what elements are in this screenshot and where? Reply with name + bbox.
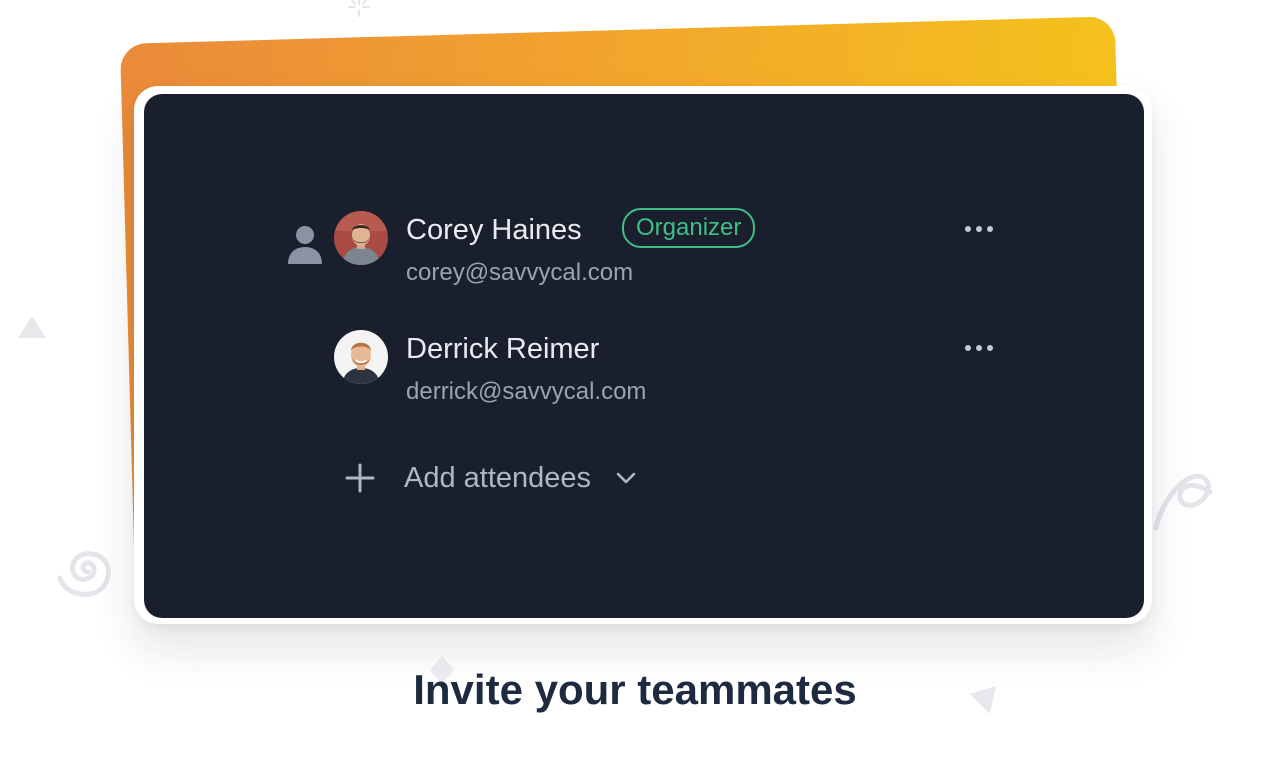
attendee-name: Derrick Reimer — [406, 333, 600, 365]
attendee-email: corey@savvycal.com — [406, 259, 634, 286]
attendee-email: derrick@savvycal.com — [406, 378, 647, 405]
plus-icon — [345, 463, 375, 493]
spiral-decoration-icon — [57, 551, 111, 597]
sparkle-decoration-icon — [348, 0, 370, 17]
avatar-derrick-photo — [334, 330, 388, 384]
add-attendees-button[interactable]: Add attendees — [344, 458, 637, 498]
feature-caption: Invite your teammates — [413, 666, 857, 713]
more-horizontal-icon[interactable] — [962, 223, 996, 235]
add-attendees-label: Add attendees — [404, 462, 592, 494]
avatar — [334, 211, 388, 265]
person-icon — [288, 226, 322, 264]
avatar-corey-photo — [334, 211, 388, 265]
attendee-name: Corey Haines — [406, 214, 582, 246]
organizer-badge: Organizer — [622, 208, 756, 248]
squiggle-decoration-icon — [1153, 473, 1213, 531]
triangle-decoration-icon — [18, 316, 46, 338]
avatar — [334, 330, 388, 384]
more-horizontal-icon[interactable] — [962, 342, 996, 354]
chevron-down-icon[interactable] — [615, 471, 637, 485]
feature-illustration: Corey Haines Organizer corey@savvycal.co… — [0, 0, 1270, 760]
attendees-card: Corey Haines Organizer corey@savvycal.co… — [134, 86, 1152, 624]
attendees-panel: Corey Haines Organizer corey@savvycal.co… — [144, 94, 1144, 618]
